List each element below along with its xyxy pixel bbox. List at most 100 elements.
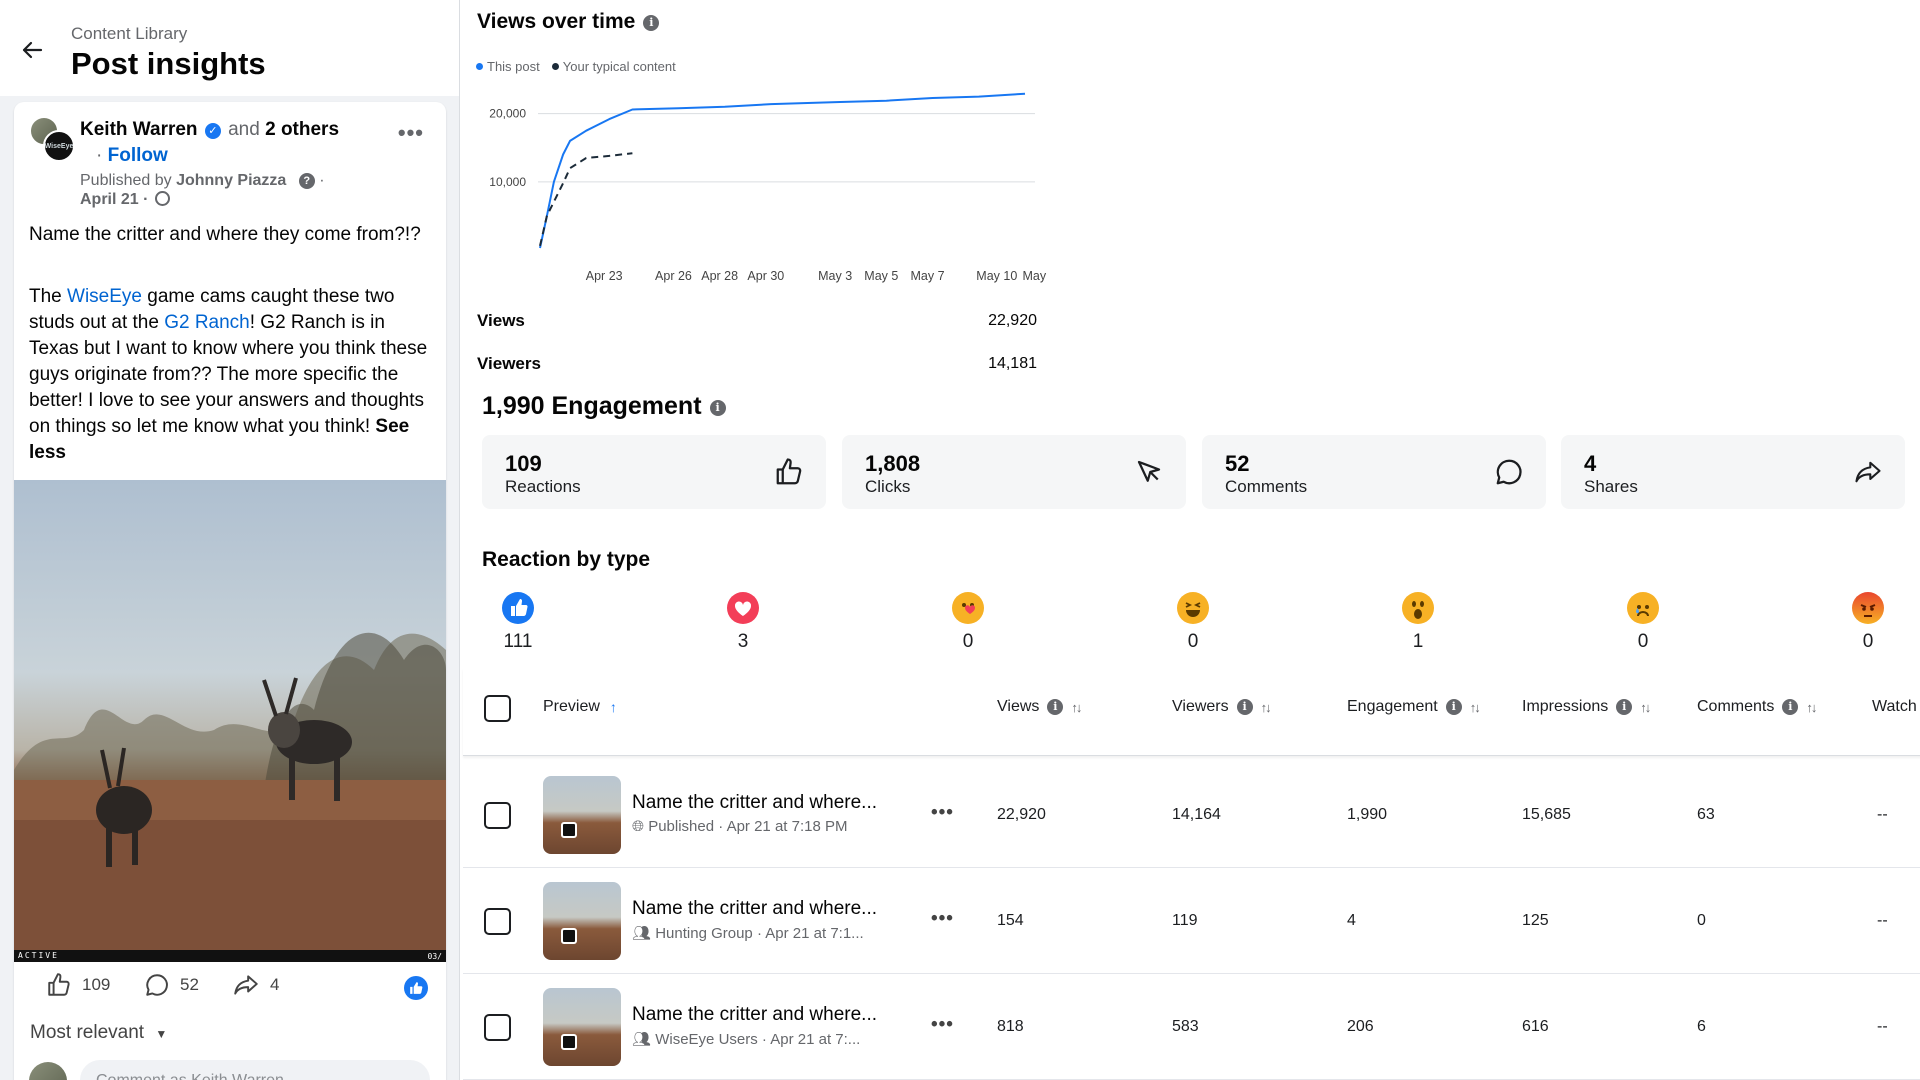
share-arrow-icon <box>1855 461 1881 483</box>
avatar[interactable]: WiseEye <box>29 116 75 162</box>
info-icon[interactable]: i <box>643 15 660 31</box>
wiseeye-link[interactable]: WiseEye <box>67 286 142 307</box>
sort-icon: ↑↓ <box>1469 699 1481 715</box>
help-icon[interactable]: ? <box>298 173 315 189</box>
views-chart-title: Views over time i <box>477 10 660 34</box>
row-more-options-icon[interactable]: ••• <box>931 908 954 930</box>
info-icon[interactable]: i <box>1445 699 1462 715</box>
select-all-checkbox[interactable] <box>484 695 511 722</box>
follow-button[interactable]: Follow <box>108 145 168 166</box>
y-tick-label: 20,000 <box>489 107 526 121</box>
page-logo: WiseEye <box>43 130 75 162</box>
author-name[interactable]: Keith Warren <box>80 119 198 140</box>
love-reaction-icon <box>727 592 759 624</box>
more-options-icon[interactable]: ••• <box>398 120 424 146</box>
post-date: April 21 · <box>80 191 170 209</box>
share-action[interactable]: 4 <box>232 972 279 998</box>
breadcrumb[interactable]: Content Library <box>71 24 187 44</box>
post-text-a: The <box>29 286 68 307</box>
engagement-title-text: 1,990 Engagement <box>482 392 702 420</box>
comment-input[interactable]: Comment as Keith Warren <box>80 1060 430 1080</box>
shares-card[interactable]: 4 Shares <box>1561 435 1905 509</box>
table-row[interactable]: Name the critter and where... 👥︎ WiseEye… <box>463 974 1920 1080</box>
comment-sort-dropdown[interactable]: Most relevant ▼ <box>30 1022 167 1044</box>
legend-dot-dark <box>551 63 559 70</box>
column-comments[interactable]: Comments i ↑↓ <box>1697 698 1817 716</box>
reactions-card[interactable]: 109 Reactions <box>482 435 826 509</box>
cell-views: 818 <box>997 1018 1024 1035</box>
post-image[interactable]: ACTIVE 03/ <box>14 480 446 962</box>
row-title[interactable]: Name the critter and where... <box>632 898 877 920</box>
like-reaction-badge-icon[interactable] <box>404 976 428 1000</box>
row-more-options-icon[interactable]: ••• <box>931 1014 954 1036</box>
column-views-label: Views <box>997 698 1040 715</box>
column-engagement[interactable]: Engagement i ↑↓ <box>1347 698 1481 716</box>
published-by: Published by Johnny Piazza ? · <box>80 170 325 191</box>
row-checkbox[interactable] <box>484 802 511 829</box>
row-title[interactable]: Name the critter and where... <box>632 1004 877 1026</box>
info-icon[interactable]: i <box>1236 699 1253 715</box>
care-reaction-count: 0 <box>962 631 974 652</box>
share-icon <box>234 975 258 995</box>
post-thumbnail[interactable] <box>543 882 621 960</box>
love-reaction-count: 3 <box>737 631 749 652</box>
column-views[interactable]: Views i ↑↓ <box>997 698 1082 716</box>
legend-this-post: This post <box>476 59 540 74</box>
post-thumbnail[interactable] <box>543 988 621 1066</box>
thumbs-up-icon <box>48 973 70 996</box>
comment-count: 52 <box>180 975 199 994</box>
row-checkbox[interactable] <box>484 908 511 935</box>
shares-label: Shares <box>1584 477 1638 496</box>
viewers-value: 14,181 <box>988 355 1037 372</box>
info-icon[interactable]: i <box>1616 699 1633 715</box>
row-title[interactable]: Name the critter and where... <box>632 792 877 814</box>
column-impressions[interactable]: Impressions i ↑↓ <box>1522 698 1651 716</box>
table-row[interactable]: Name the critter and where... 👥︎ Hunting… <box>463 868 1920 974</box>
published-by-label: Published by <box>80 172 172 189</box>
clicks-card[interactable]: 1,808 Clicks <box>842 435 1186 509</box>
comments-card[interactable]: 52 Comments <box>1202 435 1546 509</box>
engagement-title: 1,990 Engagement i <box>482 392 726 421</box>
others-link[interactable]: 2 others <box>265 119 339 140</box>
info-icon[interactable]: i <box>1047 699 1064 715</box>
camera-info-strip <box>14 950 446 962</box>
info-icon[interactable]: i <box>709 400 726 416</box>
x-tick-label: Apr 26 <box>655 269 692 283</box>
viewers-label: Viewers <box>477 354 541 373</box>
comments-value: 52 <box>1225 451 1250 476</box>
table-row[interactable]: Name the critter and where... 🌐︎ Publish… <box>463 762 1920 868</box>
comment-action[interactable]: 52 <box>144 972 199 998</box>
x-tick-label: Apr 23 <box>586 269 623 283</box>
reaction-angry: 0 <box>1838 592 1898 653</box>
legend-typical-label: Your typical content <box>562 59 676 74</box>
info-icon[interactable]: i <box>1782 699 1799 715</box>
column-watch[interactable]: Watch <box>1872 698 1917 716</box>
post-text-body: The WiseEye game cams caught these two s… <box>29 284 434 466</box>
comment-bubble-icon <box>1496 459 1522 485</box>
cell-comments: 63 <box>1697 806 1715 823</box>
photo-icon <box>561 928 577 944</box>
row-audience: Published <box>648 818 715 835</box>
commenter-avatar <box>29 1062 67 1080</box>
row-checkbox[interactable] <box>484 1014 511 1041</box>
column-preview[interactable]: Preview ↑ <box>543 698 617 716</box>
g2-ranch-link[interactable]: G2 Ranch <box>164 312 250 333</box>
views-line-chart: 10,000 20,000 Apr 23 Apr 26 Apr 28 Apr 30 May… <box>489 92 1050 283</box>
angry-reaction-count: 0 <box>1862 631 1874 652</box>
column-viewers-label: Viewers <box>1172 698 1229 715</box>
globe-icon <box>154 191 170 206</box>
shares-value: 4 <box>1584 451 1597 476</box>
views-value: 22,920 <box>988 312 1037 329</box>
back-arrow-icon[interactable] <box>18 36 46 64</box>
post-actions: 109 52 4 <box>32 972 442 1004</box>
post-thumbnail[interactable] <box>543 776 621 854</box>
viewers-row: Viewers 14,181 <box>477 354 1037 374</box>
row-more-options-icon[interactable]: ••• <box>931 802 954 824</box>
post-text-headline: Name the critter and where they come fro… <box>29 224 421 245</box>
column-viewers[interactable]: Viewers i ↑↓ <box>1172 698 1272 716</box>
reaction-love: 3 <box>713 592 773 653</box>
like-action[interactable]: 109 <box>46 972 110 998</box>
legend-typical: Your typical content <box>551 59 676 74</box>
post-date-text[interactable]: April 21 · <box>80 191 148 208</box>
publisher-name[interactable]: Johnny Piazza <box>176 172 286 189</box>
